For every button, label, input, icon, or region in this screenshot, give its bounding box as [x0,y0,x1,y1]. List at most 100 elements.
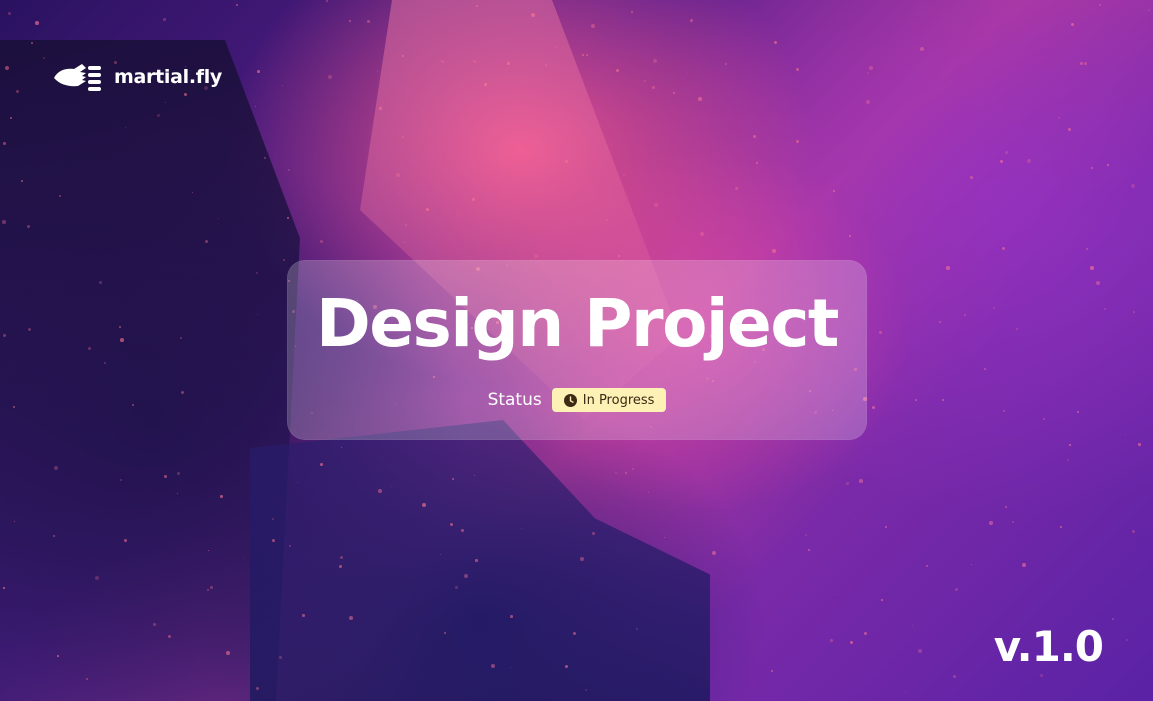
background-speck [1107,164,1109,166]
background-speck [320,463,324,467]
background-speck [939,321,941,323]
background-speck [1148,9,1150,11]
background-speck [180,337,183,340]
background-speck [510,615,513,618]
background-speck [165,102,167,104]
background-speck [846,482,850,486]
background-speck [1027,159,1031,163]
background-speck [297,482,299,484]
background-speck [1069,444,1071,446]
background-speck [220,495,223,498]
background-speck [491,664,495,668]
background-speck [673,92,675,94]
background-speck [302,614,305,617]
background-speck [236,4,238,6]
background-speck [1068,128,1072,132]
background-speck [104,362,107,365]
background-speck [953,675,957,679]
background-speck [942,399,945,402]
status-badge[interactable]: In Progress [551,388,667,412]
brand-logo[interactable]: martial.fly [52,60,222,94]
background-speck [474,475,476,477]
status-label: Status [487,390,542,410]
background-speck [796,68,800,72]
background-speck [1084,62,1087,65]
background-speck [349,616,353,620]
background-speck [615,472,618,475]
background-speck [88,347,91,350]
background-speck [1086,248,1088,250]
background-speck [404,242,406,244]
background-speck [256,687,259,690]
background-speck [341,447,343,449]
background-speck [1104,308,1106,310]
background-speck [16,90,20,94]
background-speck [625,472,627,474]
background-speck [687,73,689,75]
background-speck [1090,266,1094,270]
background-speck [1126,639,1129,642]
background-speck [1012,521,1015,524]
background-speck [1003,410,1006,413]
background-speck [409,160,411,162]
background-speck [652,86,655,89]
background-speck [124,539,128,543]
background-speck [573,632,576,635]
background-speck [753,135,756,138]
background-speck [455,586,458,589]
background-speck [272,518,274,520]
background-speck [163,18,166,21]
background-speck [153,623,156,626]
background-speck [1080,62,1083,65]
background-speck [54,466,58,470]
background-speck [565,160,569,164]
background-speck [13,406,16,409]
background-speck [5,66,9,70]
background-speck [565,665,569,669]
background-speck [99,281,102,284]
background-speck [377,71,379,73]
background-speck [636,628,639,631]
background-speck [618,255,621,258]
background-speck [796,140,800,144]
background-speck [1022,563,1026,567]
background-speck [964,314,967,317]
background-speck [255,106,257,108]
background-speck [272,539,275,542]
background-speck [125,127,127,129]
background-speck [378,489,382,493]
winged-fist-icon [52,60,102,94]
background-speck [288,169,291,172]
background-speck [854,518,856,520]
background-speck [1125,434,1126,435]
background-speck [402,136,404,138]
background-speck [580,557,584,561]
brand-name: martial.fly [114,66,223,88]
background-speck [461,529,464,532]
background-speck [14,521,16,523]
background-speck [1112,618,1115,621]
background-speck [1071,23,1075,27]
background-speck [881,599,883,601]
background-speck [95,576,99,580]
background-speck [970,176,973,179]
background-speck [120,479,123,482]
background-speck [1099,4,1101,6]
background-speck [289,545,292,548]
background-speck [926,565,928,567]
background-speck [1005,506,1008,509]
background-speck [993,307,996,310]
background-speck [340,556,344,560]
background-speck [955,588,958,591]
background-speck [698,97,702,101]
background-speck [507,62,510,65]
background-speck [473,60,477,64]
background-speck [864,632,867,635]
background-speck [1043,418,1045,420]
title-card: Design Project Status In Progress [287,260,867,440]
background-speck [712,551,716,555]
background-speck [654,203,658,207]
background-speck [774,41,778,45]
background-speck [349,20,351,22]
background-speck [735,187,739,191]
